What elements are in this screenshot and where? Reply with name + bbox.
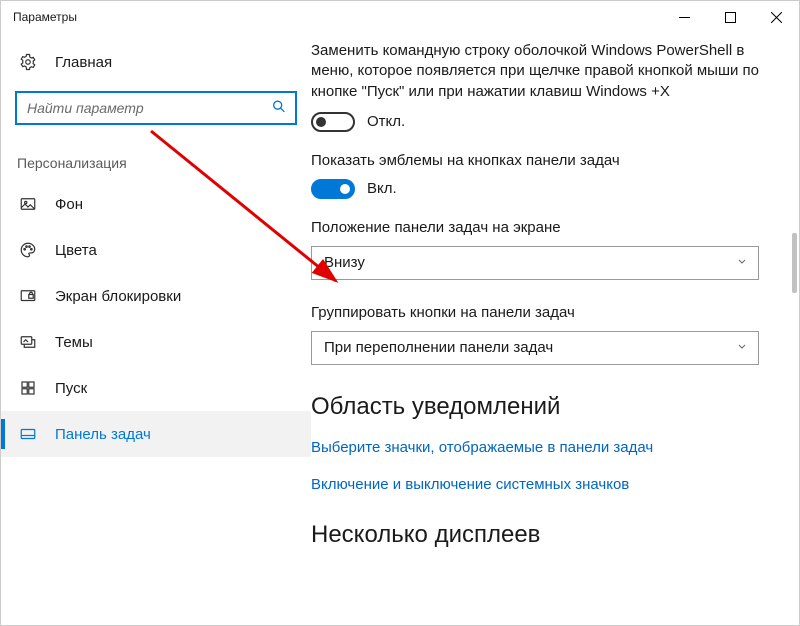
- search-placeholder: Найти параметр: [27, 100, 144, 116]
- toggle-off-label: Откл.: [367, 113, 405, 130]
- lock-screen-icon: [19, 287, 37, 305]
- multiple-displays-heading: Несколько дисплеев: [311, 521, 759, 549]
- notification-area-heading: Область уведомлений: [311, 393, 759, 421]
- maximize-button[interactable]: [707, 1, 753, 33]
- chevron-down-icon: [736, 254, 748, 271]
- start-icon: [19, 379, 37, 397]
- select-icons-link[interactable]: Выберите значки, отображаемые в панели з…: [311, 439, 759, 456]
- image-icon: [19, 195, 37, 213]
- position-value: Внизу: [324, 254, 365, 271]
- home-nav[interactable]: Главная: [1, 43, 311, 81]
- position-label: Положение панели задач на экране: [311, 219, 759, 236]
- chevron-down-icon: [736, 339, 748, 356]
- scrollbar-thumb[interactable]: [792, 233, 797, 293]
- sidebar-item-background[interactable]: Фон: [1, 181, 311, 227]
- sidebar-item-label: Экран блокировки: [55, 288, 181, 305]
- group-label: Группировать кнопки на панели задач: [311, 304, 759, 321]
- window-titlebar: Параметры: [1, 1, 799, 33]
- window-title: Параметры: [13, 10, 661, 24]
- group-combobox[interactable]: При переполнении панели задач: [311, 331, 759, 365]
- search-icon: [271, 99, 287, 118]
- sidebar-item-start[interactable]: Пуск: [1, 365, 311, 411]
- group-value: При переполнении панели задач: [324, 339, 553, 356]
- sidebar-section-label: Персонализация: [1, 133, 311, 181]
- powershell-toggle[interactable]: [311, 112, 355, 132]
- sidebar-item-lockscreen[interactable]: Экран блокировки: [1, 273, 311, 319]
- badges-toggle[interactable]: [311, 179, 355, 199]
- sidebar-item-colors[interactable]: Цвета: [1, 227, 311, 273]
- sidebar-item-label: Фон: [55, 196, 83, 213]
- palette-icon: [19, 241, 37, 259]
- gear-icon: [19, 53, 37, 71]
- sidebar-item-themes[interactable]: Темы: [1, 319, 311, 365]
- content-pane: Заменить командную строку оболочкой Wind…: [311, 33, 799, 625]
- position-combobox[interactable]: Внизу: [311, 246, 759, 280]
- themes-icon: [19, 333, 37, 351]
- close-button[interactable]: [753, 1, 799, 33]
- minimize-button[interactable]: [661, 1, 707, 33]
- sidebar-item-label: Панель задач: [55, 426, 151, 443]
- home-label: Главная: [55, 54, 112, 71]
- sidebar-item-label: Темы: [55, 334, 93, 351]
- search-input[interactable]: Найти параметр: [15, 91, 297, 125]
- sidebar-item-label: Цвета: [55, 242, 97, 259]
- toggle-on-label: Вкл.: [367, 180, 397, 197]
- sidebar: Главная Найти параметр Персонализация Фо…: [1, 33, 311, 625]
- badges-label: Показать эмблемы на кнопках панели задач: [311, 152, 759, 169]
- powershell-description: Заменить командную строку оболочкой Wind…: [311, 41, 759, 102]
- taskbar-icon: [19, 425, 37, 443]
- sidebar-item-label: Пуск: [55, 380, 87, 397]
- system-icons-link[interactable]: Включение и выключение системных значков: [311, 476, 759, 493]
- sidebar-item-taskbar[interactable]: Панель задач: [1, 411, 311, 457]
